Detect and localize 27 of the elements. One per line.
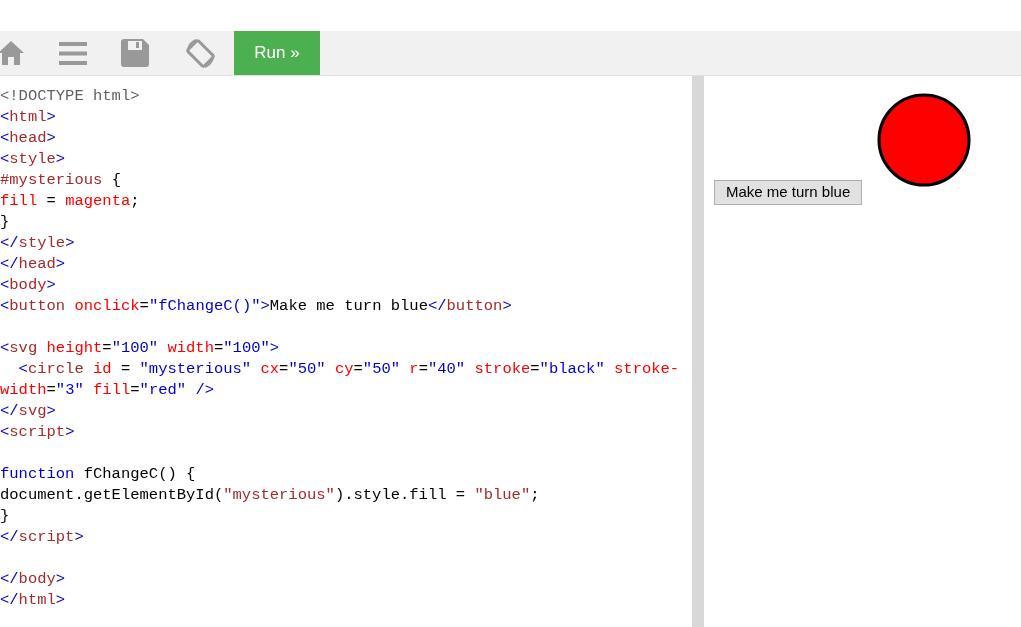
code-line: } [0, 212, 10, 233]
code-line: </script> [0, 527, 84, 548]
code-line: <style> [0, 149, 66, 170]
code-line: <!DOCTYPE html> [0, 86, 140, 107]
code-line: <button onclick="fChangeC()">Make me turn blue</button> [0, 296, 512, 317]
code-line: </head> [0, 254, 66, 275]
code-line: <circle id = "mysterious" cx="50" cy="50" r="40" stroke="black" stroke- [17, 359, 680, 380]
code-line: function fChangeC() { [0, 464, 196, 485]
code-line: <html> [0, 107, 56, 128]
code-line: <head> [0, 128, 56, 149]
code-line: width="3" fill="red" /> [0, 380, 214, 401]
code-line: </html> [0, 590, 66, 611]
save-icon[interactable] [121, 39, 149, 67]
code-line: </body> [0, 569, 66, 590]
rotate-icon[interactable] [184, 36, 217, 70]
code-line: <body> [0, 275, 56, 296]
code-line: } [0, 506, 10, 527]
code-line: </svg> [0, 401, 56, 422]
code-line: </style> [0, 233, 75, 254]
code-line: fill = magenta; [0, 191, 140, 212]
preview-button[interactable]: Make me turn blue [714, 180, 863, 205]
code-line: #mysterious { [0, 170, 121, 191]
code-line: <svg height="100" width="100"> [0, 338, 280, 359]
menu-icon[interactable] [59, 41, 87, 65]
code-line: <script> [0, 422, 75, 443]
code-line: document.getElementById("mysterious").style.fill = "blue"; [0, 485, 540, 506]
home-icon[interactable] [0, 40, 25, 66]
